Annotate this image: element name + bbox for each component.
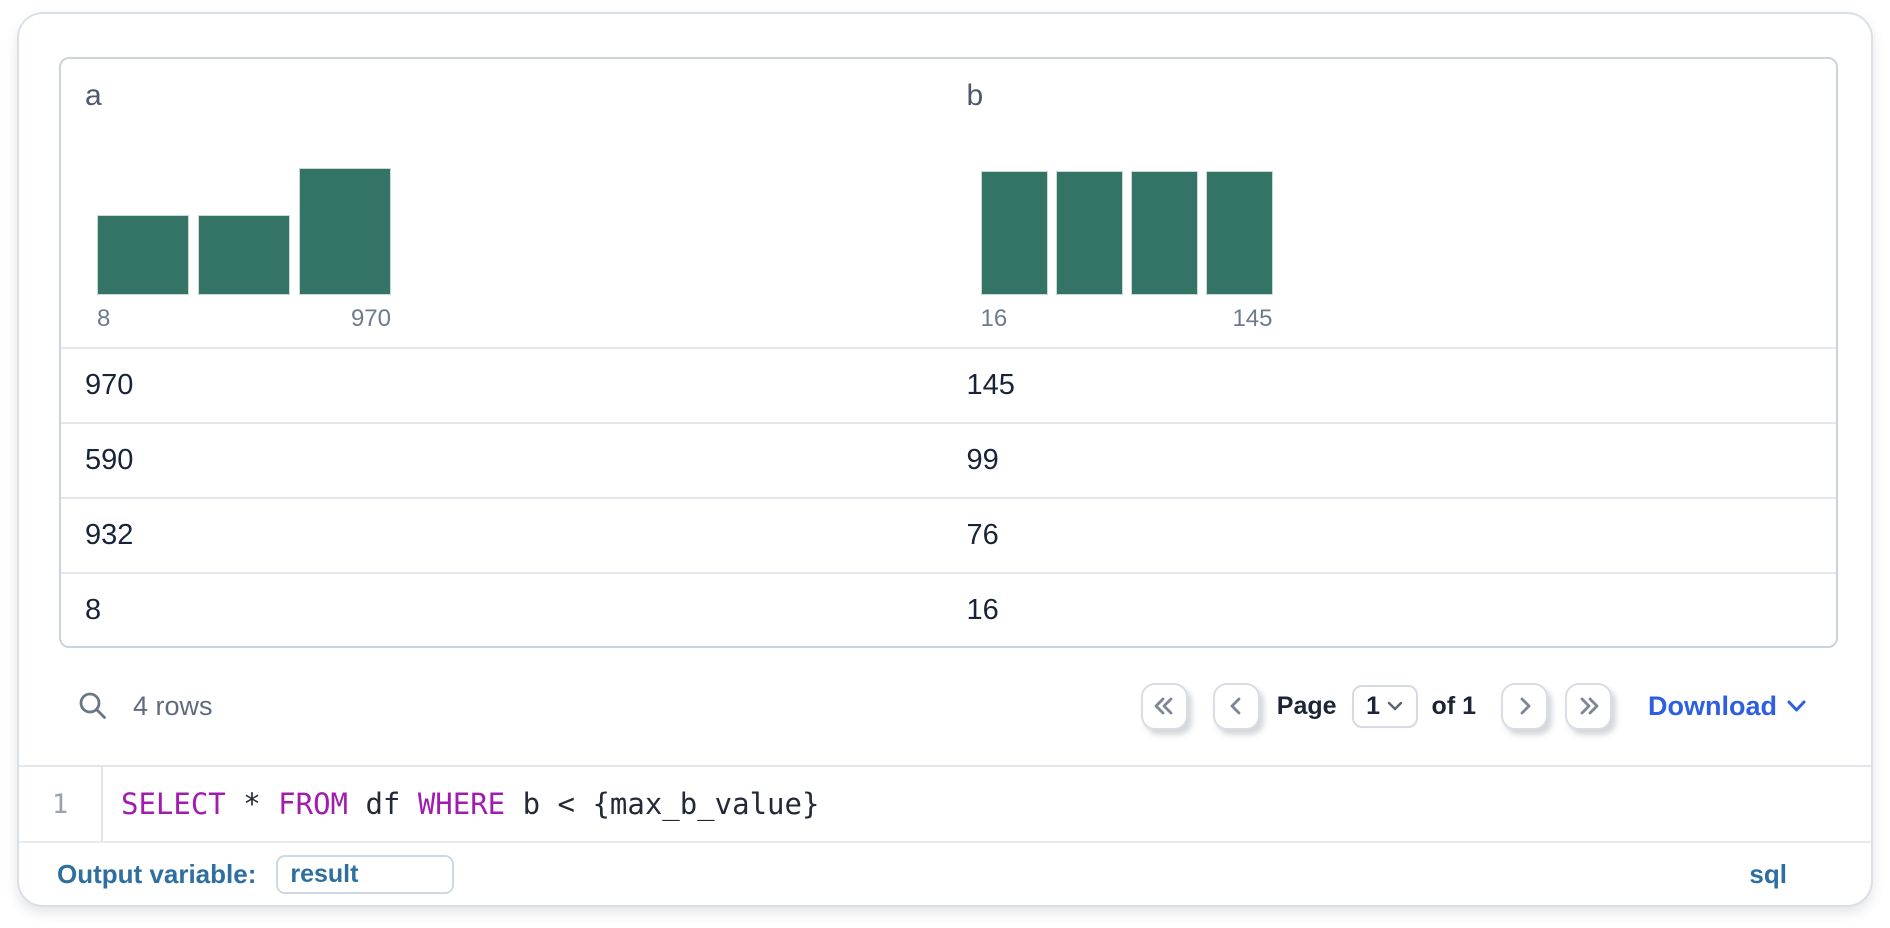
column-header-b[interactable]: b 16 145 (949, 59, 1837, 347)
histogram-bar (1131, 171, 1198, 295)
search-icon[interactable] (77, 690, 109, 722)
column-a-histogram: 8 970 (97, 168, 391, 333)
page-label: Page (1277, 692, 1337, 721)
table-footer: 4 rows Page 1 (19, 647, 1871, 765)
table-cell: 970 (61, 369, 955, 402)
histogram-bar (981, 171, 1048, 295)
sql-keyword: FROM (278, 787, 348, 821)
table-body: 9701455909993276816 (61, 347, 1836, 647)
footer-left-group: 4 rows (77, 690, 213, 722)
chevron-left-icon (1224, 694, 1248, 718)
table-cell: 76 (955, 519, 1837, 552)
download-label: Download (1648, 691, 1777, 722)
histogram-axis-labels: 8 970 (97, 305, 391, 333)
sql-editor: 1 SELECT * FROM df WHERE b < {max_b_valu… (19, 765, 1871, 843)
column-b-histogram: 16 145 (981, 168, 1273, 333)
histogram-axis-labels: 16 145 (981, 305, 1273, 333)
chevron-down-icon (1387, 701, 1403, 712)
table-row[interactable]: 970145 (61, 347, 1836, 422)
column-name-label: b (967, 79, 984, 113)
page-number-dropdown[interactable]: 1 (1352, 685, 1418, 728)
histogram-bar (198, 215, 290, 295)
chevron-right-icon (1513, 694, 1537, 718)
cell-bottom-bar: Output variable: sql (19, 843, 1871, 905)
table-row[interactable]: 93276 (61, 497, 1836, 572)
previous-page-button[interactable] (1213, 683, 1260, 730)
table-cell: 145 (955, 369, 1837, 402)
table-cell: 8 (61, 594, 955, 627)
table-cell: 932 (61, 519, 955, 552)
histogram-bar (97, 215, 189, 295)
download-button[interactable]: Download (1648, 691, 1807, 722)
sql-cell-card: a 8 970 b 16 145 (17, 12, 1873, 907)
pagination: Page 1 of 1 Downl (1141, 683, 1807, 730)
histogram-min-label: 8 (97, 305, 110, 333)
row-count-label: 4 rows (133, 691, 213, 722)
line-number: 1 (19, 767, 103, 841)
table-cell: 16 (955, 594, 1837, 627)
histogram-bar (299, 168, 391, 295)
double-chevron-right-icon (1577, 694, 1601, 718)
page-number-value: 1 (1366, 692, 1380, 721)
page-total-label: of 1 (1432, 692, 1476, 721)
last-page-button[interactable] (1565, 683, 1612, 730)
sql-text: b < {max_b_value} (505, 787, 819, 821)
sql-text: * (226, 787, 278, 821)
histogram-max-label: 970 (351, 305, 391, 333)
histogram-max-label: 145 (1232, 305, 1272, 333)
first-page-button[interactable] (1141, 683, 1188, 730)
output-variable-input[interactable] (276, 855, 454, 894)
code-line[interactable]: SELECT * FROM df WHERE b < {max_b_value} (103, 767, 819, 841)
histogram-min-label: 16 (981, 305, 1008, 333)
table-header: a 8 970 b 16 145 (61, 59, 1836, 347)
cell-language-label: sql (1749, 859, 1787, 890)
table-row[interactable]: 59099 (61, 422, 1836, 497)
double-chevron-left-icon (1152, 694, 1176, 718)
sql-keyword: WHERE (418, 787, 505, 821)
column-name-label: a (85, 79, 102, 113)
output-variable-label: Output variable: (57, 859, 256, 890)
histogram-bars (981, 168, 1273, 295)
table-cell: 590 (61, 444, 955, 477)
histogram-bars (97, 168, 391, 295)
next-page-button[interactable] (1501, 683, 1548, 730)
histogram-bar (1206, 171, 1273, 295)
histogram-bar (1056, 171, 1123, 295)
table-row[interactable]: 816 (61, 572, 1836, 647)
sql-keyword: SELECT (121, 787, 226, 821)
column-header-a[interactable]: a 8 970 (61, 59, 949, 347)
chevron-down-icon (1786, 699, 1807, 713)
dataframe-table: a 8 970 b 16 145 (59, 57, 1838, 648)
sql-text: df (348, 787, 418, 821)
table-cell: 99 (955, 444, 1837, 477)
